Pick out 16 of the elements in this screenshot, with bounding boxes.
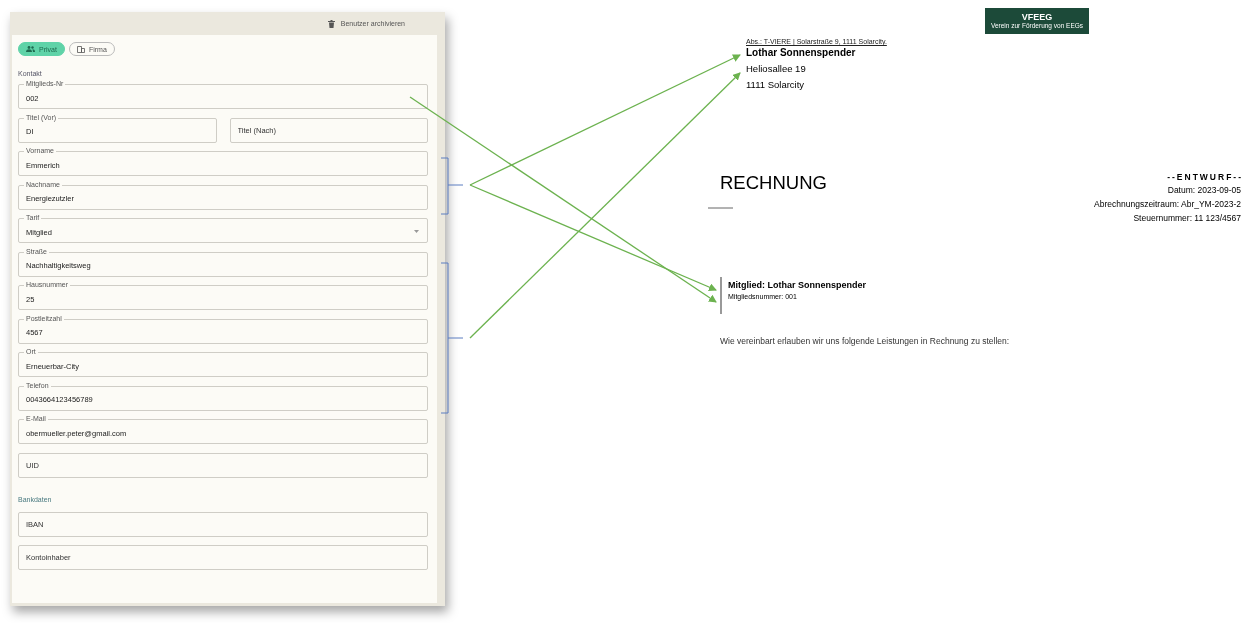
invoice-title: RECHNUNG	[720, 172, 827, 194]
trash-icon	[327, 19, 335, 28]
invoice-meta: Abrechnungszeitraum: Abr_YM-2023-2	[1094, 199, 1241, 209]
recipient-name: Lothar Sonnenspender	[746, 47, 857, 58]
invoice-meta: Datum: 2023-09-05	[1166, 185, 1241, 195]
invoice-meta: Steuernummer: 11 123/4567	[1132, 213, 1241, 223]
caret-icon	[414, 230, 419, 233]
recipient-address: Heliosallee 19	[746, 63, 807, 74]
bracket-drawing	[440, 157, 464, 215]
intro-text: Wie vereinbart erlauben wir uns folgende Leistungen in Rechnung zu stellen:	[720, 336, 1011, 346]
people-icon	[26, 46, 35, 52]
building-icon	[76, 45, 85, 53]
recipient-address: 1111 Solarcity	[746, 79, 806, 90]
draft-label: --ENTWURF--	[1166, 172, 1243, 182]
divider-rule	[707, 207, 734, 209]
member-name: Mitglied: Lothar Sonnenspender	[728, 280, 866, 290]
